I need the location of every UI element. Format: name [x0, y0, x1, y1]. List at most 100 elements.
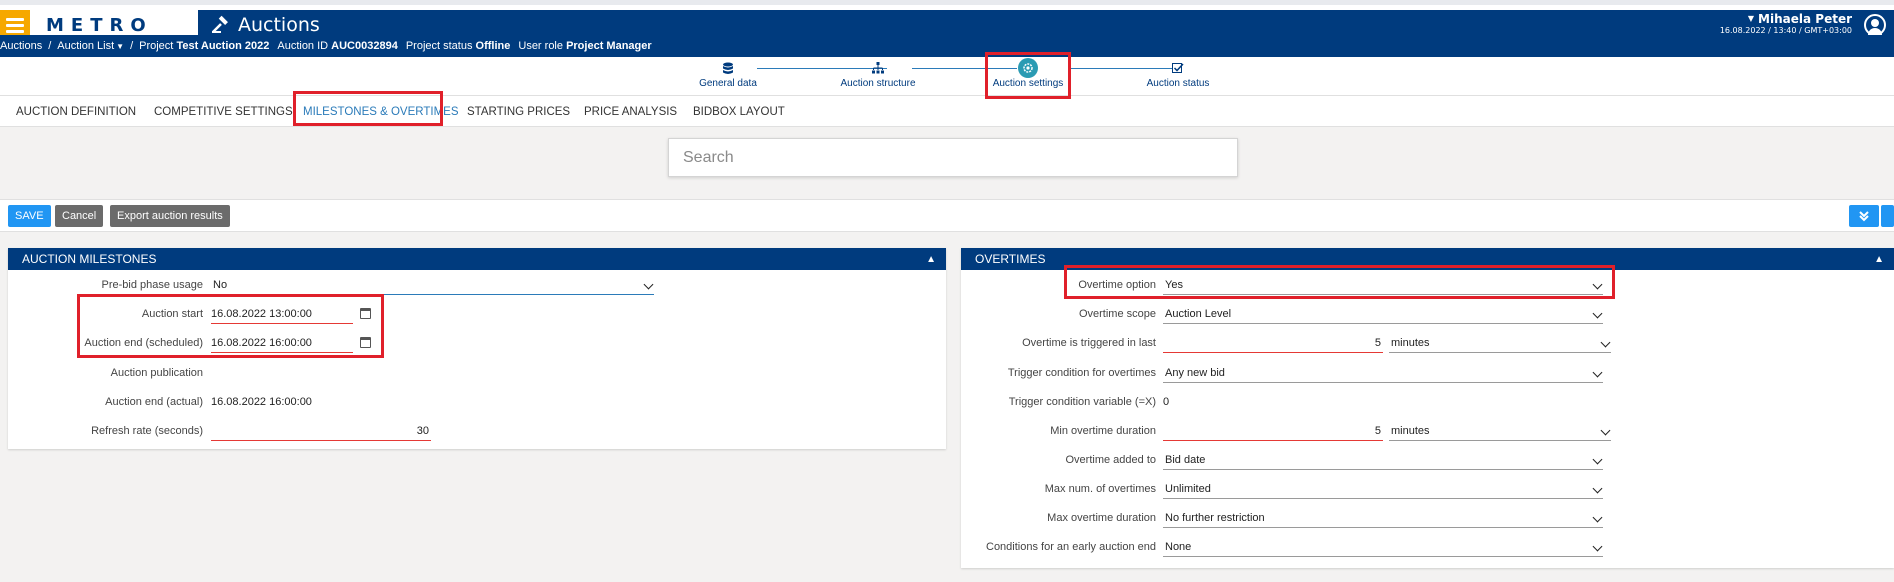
expand-all-button[interactable] [1849, 205, 1879, 227]
action-bar: SAVE Cancel Export auction results [0, 199, 1894, 232]
chevron-down-icon [1592, 279, 1603, 290]
refresh-rate-input[interactable]: 30 [211, 423, 431, 441]
app-title-text: Auctions [238, 14, 320, 36]
user-name[interactable]: Mihaela Peter [1720, 13, 1852, 25]
step-label: Auction structure [840, 78, 916, 89]
auction-end-actual-label: Auction end (actual) [105, 396, 203, 408]
overtime-triggered-unit: minutes [1391, 337, 1430, 349]
overtime-scope-select[interactable]: Auction Level [1163, 306, 1603, 324]
user-role-label: User role [518, 40, 563, 52]
user-datetime: 16.08.2022 / 13:40 / GMT+03:00 [1719, 26, 1852, 35]
early-end-conditions-label: Conditions for an early auction end [986, 541, 1156, 553]
chevron-down-icon [1592, 308, 1603, 319]
caret-down-icon: ▼ [116, 42, 125, 51]
calendar-icon[interactable] [360, 308, 371, 319]
collapse-arrow-icon[interactable]: ▲ [926, 254, 936, 265]
chevron-down-icon [1592, 483, 1603, 494]
tab-milestones-overtimes[interactable]: MILESTONES & OVERTIMES [303, 96, 459, 127]
tab-bidbox-layout[interactable]: BIDBOX LAYOUT [693, 96, 785, 127]
overtime-added-to-label: Overtime added to [1065, 454, 1157, 466]
panel-title: AUCTION MILESTONES [22, 252, 157, 266]
gear-icon [1023, 63, 1033, 73]
overtime-option-value: Yes [1165, 279, 1183, 291]
gavel-icon [212, 15, 228, 33]
settings-tabs: AUCTION DEFINITION COMPETITIVE SETTINGS … [0, 95, 1894, 127]
step-auction-structure[interactable]: Auction structure [823, 60, 933, 89]
trigger-condition-select[interactable]: Any new bid [1163, 365, 1603, 383]
overtime-added-to-value: Bid date [1165, 454, 1206, 466]
double-chevron-down-icon [1859, 211, 1869, 222]
early-end-conditions-value: None [1165, 541, 1192, 553]
breadcrumb-separator: / [48, 40, 52, 52]
collapse-arrow-icon[interactable]: ▲ [1874, 254, 1884, 265]
trigger-variable-label: Trigger condition variable (=X) [1008, 396, 1156, 408]
chevron-down-icon [1592, 541, 1603, 552]
save-button[interactable]: SAVE [8, 205, 51, 227]
auction-id-info: Auction ID AUC0032894 [277, 40, 397, 52]
overtime-scope-label: Overtime scope [1078, 308, 1156, 320]
database-icon [723, 62, 733, 74]
hierarchy-icon [872, 62, 884, 74]
breadcrumb-auction-list-label: Auction List [57, 40, 115, 52]
step-label: Auction settings [992, 78, 1064, 89]
refresh-rate-label: Refresh rate (seconds) [91, 425, 203, 437]
max-num-overtimes-label: Max num. of overtimes [1044, 483, 1156, 495]
max-num-overtimes-select[interactable]: Unlimited [1163, 481, 1603, 499]
tab-auction-definition[interactable]: AUCTION DEFINITION [16, 96, 136, 127]
process-stepper: General data Auction structure Auction s… [0, 57, 1894, 95]
user-role-value: Project Manager [566, 40, 652, 52]
user-role-info: User role Project Manager [518, 40, 651, 52]
user-menu[interactable]: Mihaela Peter 16.08.2022 / 13:40 / GMT+0… [1720, 13, 1852, 35]
auction-milestones-panel: AUCTION MILESTONES ▲ Pre-bid phase usage… [8, 248, 946, 449]
panel-header[interactable]: OVERTIMES ▲ [961, 248, 1894, 270]
chevron-down-icon [1600, 337, 1611, 348]
chevron-down-icon [1600, 425, 1611, 436]
chevron-down-icon [1592, 512, 1603, 523]
step-auction-status[interactable]: Auction status [1123, 60, 1233, 89]
min-overtime-duration-label: Min overtime duration [1050, 425, 1156, 437]
logo-text: METRO [46, 14, 153, 36]
auction-end-scheduled-input[interactable]: 16.08.2022 16:00:00 [211, 335, 353, 353]
min-overtime-duration-input[interactable]: 5 [1163, 423, 1383, 441]
tab-competitive-settings[interactable]: COMPETITIVE SETTINGS [154, 96, 293, 127]
panel-header[interactable]: AUCTION MILESTONES ▲ [8, 248, 946, 270]
auction-start-input[interactable]: 16.08.2022 13:00:00 [211, 306, 353, 324]
export-results-button[interactable]: Export auction results [110, 205, 230, 227]
max-overtime-duration-select[interactable]: No further restriction [1163, 510, 1603, 528]
step-general-data[interactable]: General data [673, 60, 783, 89]
overtime-triggered-input[interactable]: 5 [1163, 335, 1383, 353]
cancel-button[interactable]: Cancel [55, 205, 104, 227]
project-status-value: Offline [475, 40, 511, 52]
collapse-all-button[interactable] [1881, 205, 1894, 227]
trigger-condition-label: Trigger condition for overtimes [1007, 367, 1156, 379]
breadcrumb-auction-list[interactable]: Auction List ▼ [57, 40, 124, 52]
breadcrumb-auctions[interactable]: Auctions [0, 40, 42, 52]
overtime-triggered-label: Overtime is triggered in last [1022, 337, 1156, 349]
step-auction-settings[interactable]: Auction settings [973, 58, 1083, 89]
auction-publication-label: Auction publication [110, 367, 203, 379]
min-overtime-duration-unit-select[interactable]: minutes [1389, 423, 1611, 441]
auction-end-scheduled-label: Auction end (scheduled) [84, 337, 203, 349]
auction-start-label: Auction start [141, 308, 203, 320]
prebid-select[interactable]: No [211, 277, 654, 295]
auction-id-label: Auction ID [277, 40, 329, 52]
overtime-added-to-select[interactable]: Bid date [1163, 452, 1603, 470]
overtime-scope-value: Auction Level [1165, 308, 1232, 320]
tab-starting-prices[interactable]: STARTING PRICES [467, 96, 570, 127]
overtime-triggered-unit-select[interactable]: minutes [1389, 335, 1611, 353]
auction-end-actual-value: 16.08.2022 16:00:00 [211, 396, 312, 408]
user-avatar-icon[interactable] [1864, 14, 1886, 36]
tab-price-analysis[interactable]: PRICE ANALYSIS [584, 96, 677, 127]
calendar-icon[interactable] [360, 337, 371, 348]
breadcrumb-separator: / [130, 40, 134, 52]
checklist-icon [1172, 63, 1184, 73]
max-overtime-duration-value: No further restriction [1165, 512, 1265, 524]
max-num-overtimes-value: Unlimited [1165, 483, 1211, 495]
overtime-option-select[interactable]: Yes [1163, 277, 1603, 295]
search-input[interactable] [668, 138, 1238, 177]
early-end-conditions-select[interactable]: None [1163, 539, 1603, 557]
step-label: General data [699, 78, 757, 89]
project-label: Project [139, 40, 174, 52]
overtime-option-label: Overtime option [1078, 279, 1156, 291]
panel-title: OVERTIMES [975, 252, 1046, 266]
